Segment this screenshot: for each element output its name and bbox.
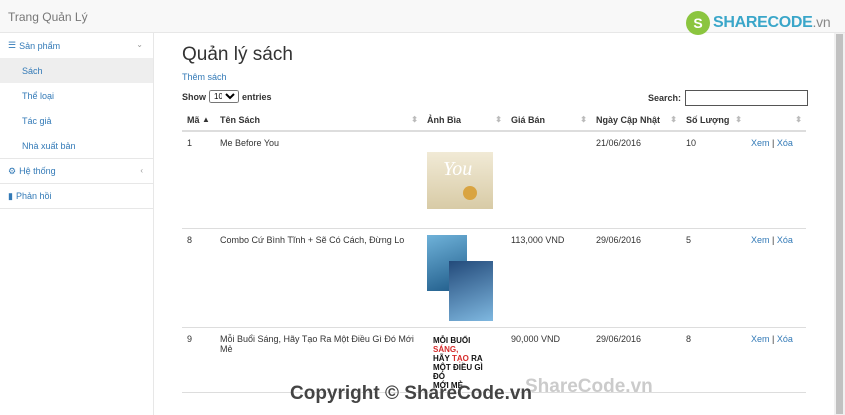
sidebar-item-label: Phản hồi: [15, 191, 52, 201]
page-size-select[interactable]: 10: [209, 90, 239, 103]
cell-name: Me Before You: [215, 131, 422, 229]
main-content: Quản lý sách Thêm sách Show 10 entries S…: [154, 33, 834, 415]
sidebar-item-categories[interactable]: Thể loại: [0, 83, 153, 108]
sidebar-item-feedback[interactable]: ▮ Phản hồi: [0, 184, 153, 209]
sidebar-group-products: ☰ Sản phẩm ⌄ Sách Thể loại Tác giả Nhà x…: [0, 33, 153, 159]
delete-link[interactable]: Xóa: [777, 334, 793, 344]
sidebar: ☰ Sản phẩm ⌄ Sách Thể loại Tác giả Nhà x…: [0, 33, 154, 415]
sidebar-item-label: Hệ thống: [19, 166, 56, 176]
sidebar-item-authors[interactable]: Tác giả: [0, 108, 153, 133]
sidebar-item-publishers[interactable]: Nhà xuất bản: [0, 133, 153, 158]
logo-mark: S: [686, 11, 710, 35]
books-table: Mã ▲ Tên Sách ⬍ Ảnh Bìa ⬍ Giá Bán ⬍ Ngày Cập…: [182, 110, 806, 393]
cell-quantity: 8: [681, 327, 746, 393]
column-header-actions[interactable]: ⬍: [746, 110, 806, 132]
gears-icon: ⚙: [8, 165, 17, 176]
cell-actions: Xem | Xóa: [746, 228, 806, 328]
search-label: Search:: [648, 93, 682, 103]
sort-icon: ⬍: [735, 115, 742, 124]
list-icon: ☰: [8, 40, 17, 50]
view-link[interactable]: Xem: [751, 235, 770, 245]
cell-updated: 21/06/2016: [591, 131, 681, 229]
page-title: Quản lý sách: [182, 44, 293, 65]
cell-cover: You: [422, 131, 506, 229]
cell-actions: Xem | Xóa: [746, 131, 806, 229]
cell-name: Combo Cứ Bình Tĩnh + Sẽ Có Cách, Đừng Lo: [215, 228, 422, 328]
logo-text: SHARECODE.vn: [713, 14, 831, 31]
search-control: Search:: [648, 90, 809, 106]
scrollbar-thumb[interactable]: [836, 34, 843, 414]
column-header-cover[interactable]: Ảnh Bìa ⬍: [422, 110, 506, 132]
top-navbar: Trang Quản Lý S SHARECODE.vn: [0, 0, 845, 35]
cell-price: [506, 131, 591, 229]
chevron-down-icon: ⌄: [136, 40, 143, 49]
page-length-control: Show 10 entries: [182, 90, 272, 103]
brand-title[interactable]: Trang Quản Lý: [8, 10, 88, 24]
cell-id: 9: [182, 327, 215, 393]
entries-label: entries: [242, 91, 272, 102]
cover-title: You: [443, 158, 473, 180]
watermark: ShareCode.vn: [525, 376, 653, 397]
column-header-updated[interactable]: Ngày Cập Nhật ⬍: [591, 110, 681, 132]
delete-link[interactable]: Xóa: [777, 235, 793, 245]
file-icon: ▮: [8, 190, 13, 201]
table-row: 1 Me Before You You 21/06/2016 10 Xem | …: [182, 131, 806, 229]
table-header-row: Mã ▲ Tên Sách ⬍ Ảnh Bìa ⬍ Giá Bán ⬍ Ngày Cập…: [182, 110, 806, 132]
sort-icon: ⬍: [670, 115, 677, 124]
column-header-name[interactable]: Tên Sách ⬍: [215, 110, 422, 132]
sort-asc-icon: ▲: [202, 115, 210, 124]
sort-icon: ⬍: [411, 115, 418, 124]
cell-quantity: 5: [681, 228, 746, 328]
cell-updated: 29/06/2016: [591, 228, 681, 328]
sidebar-item-label: Sản phẩm: [19, 40, 61, 51]
chevron-left-icon: ‹: [140, 166, 143, 175]
view-link[interactable]: Xem: [751, 138, 770, 148]
view-link[interactable]: Xem: [751, 334, 770, 344]
show-label: Show: [182, 91, 206, 102]
sidebar-item-products[interactable]: ☰ Sản phẩm ⌄: [0, 33, 153, 58]
delete-link[interactable]: Xóa: [777, 138, 793, 148]
copyright-watermark: Copyright © ShareCode.vn: [290, 383, 533, 404]
cell-id: 8: [182, 228, 215, 328]
sort-icon: ⬍: [495, 115, 502, 124]
column-header-id[interactable]: Mã ▲: [182, 110, 215, 132]
table-row: 8 Combo Cứ Bình Tĩnh + Sẽ Có Cách, Đừng …: [182, 228, 806, 328]
book-cover-image: You: [427, 152, 493, 209]
add-book-link[interactable]: Thêm sách: [182, 72, 227, 82]
sort-icon: ⬍: [795, 115, 802, 124]
sidebar-item-system[interactable]: ⚙ Hệ thống ‹: [0, 159, 153, 184]
sort-icon: ⬍: [580, 115, 587, 124]
search-input[interactable]: [685, 90, 809, 106]
cell-actions: Xem | Xóa: [746, 327, 806, 393]
book-cover-image: MỖI BUỔI SÁNG, HÃY TẠO RA MỘT ĐIỀU GÌ ĐÓ…: [427, 335, 493, 390]
column-header-quantity[interactable]: Số Lượng ⬍: [681, 110, 746, 132]
cell-id: 1: [182, 131, 215, 229]
cell-price: 113,000 VND: [506, 228, 591, 328]
sidebar-item-books[interactable]: Sách: [0, 58, 153, 83]
cell-cover: [422, 228, 506, 328]
book-cover-image: [427, 234, 493, 321]
cell-quantity: 10: [681, 131, 746, 229]
column-header-price[interactable]: Giá Bán ⬍: [506, 110, 591, 132]
